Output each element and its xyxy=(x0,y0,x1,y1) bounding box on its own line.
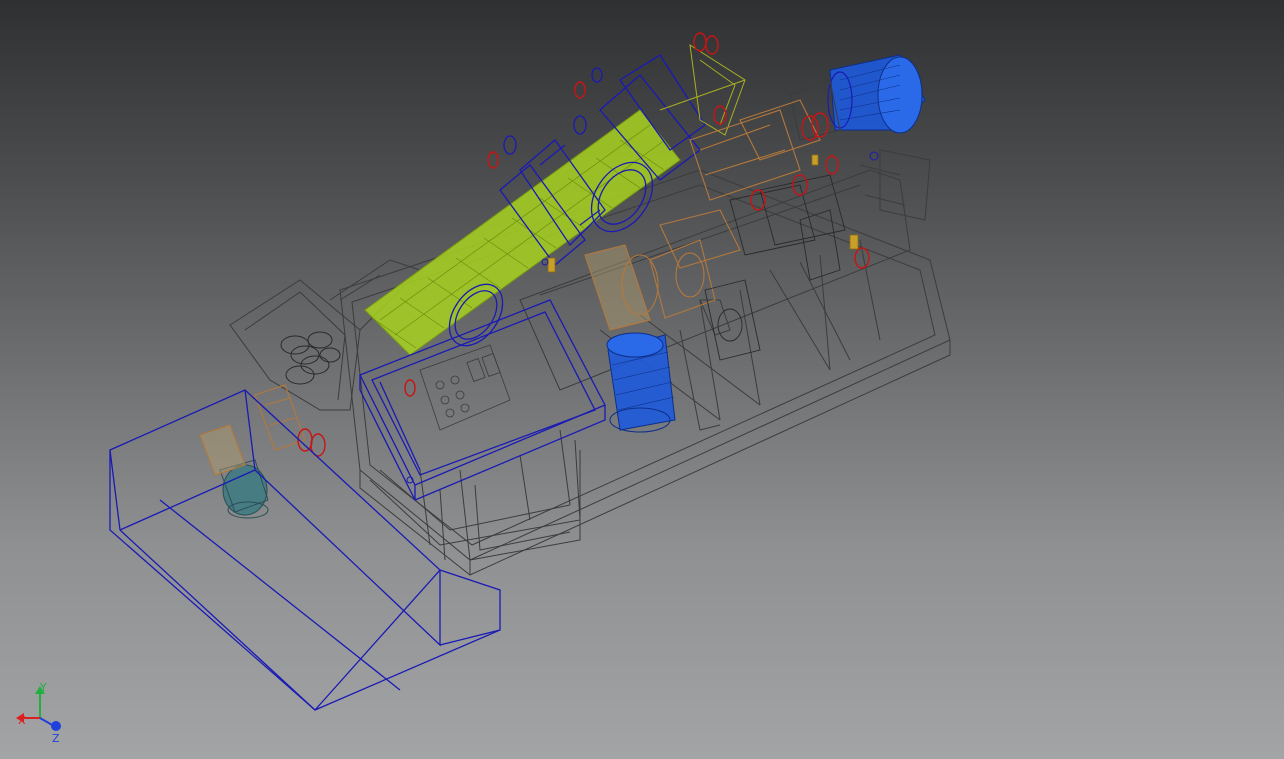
fastener-clamps[interactable] xyxy=(297,32,870,457)
z-axis-label: Z xyxy=(52,732,60,745)
y-axis-label: Y xyxy=(39,681,47,694)
hopper-spring xyxy=(280,331,341,385)
z-axis-arrow-icon xyxy=(51,721,61,731)
main-drive-motor[interactable] xyxy=(789,54,926,141)
wireframe-assembly[interactable] xyxy=(0,0,1284,759)
inlet-chute[interactable] xyxy=(659,44,746,136)
bearing-housings xyxy=(704,174,846,361)
cad-3d-viewport[interactable]: Y X Z xyxy=(0,0,1284,759)
gearbox-brackets[interactable] xyxy=(199,99,821,476)
axis-triad[interactable]: Y X Z xyxy=(10,680,80,750)
pump-motor[interactable] xyxy=(606,332,676,433)
x-axis-label: X xyxy=(18,714,26,727)
control-panel xyxy=(419,344,511,431)
collection-bin[interactable] xyxy=(109,389,501,711)
